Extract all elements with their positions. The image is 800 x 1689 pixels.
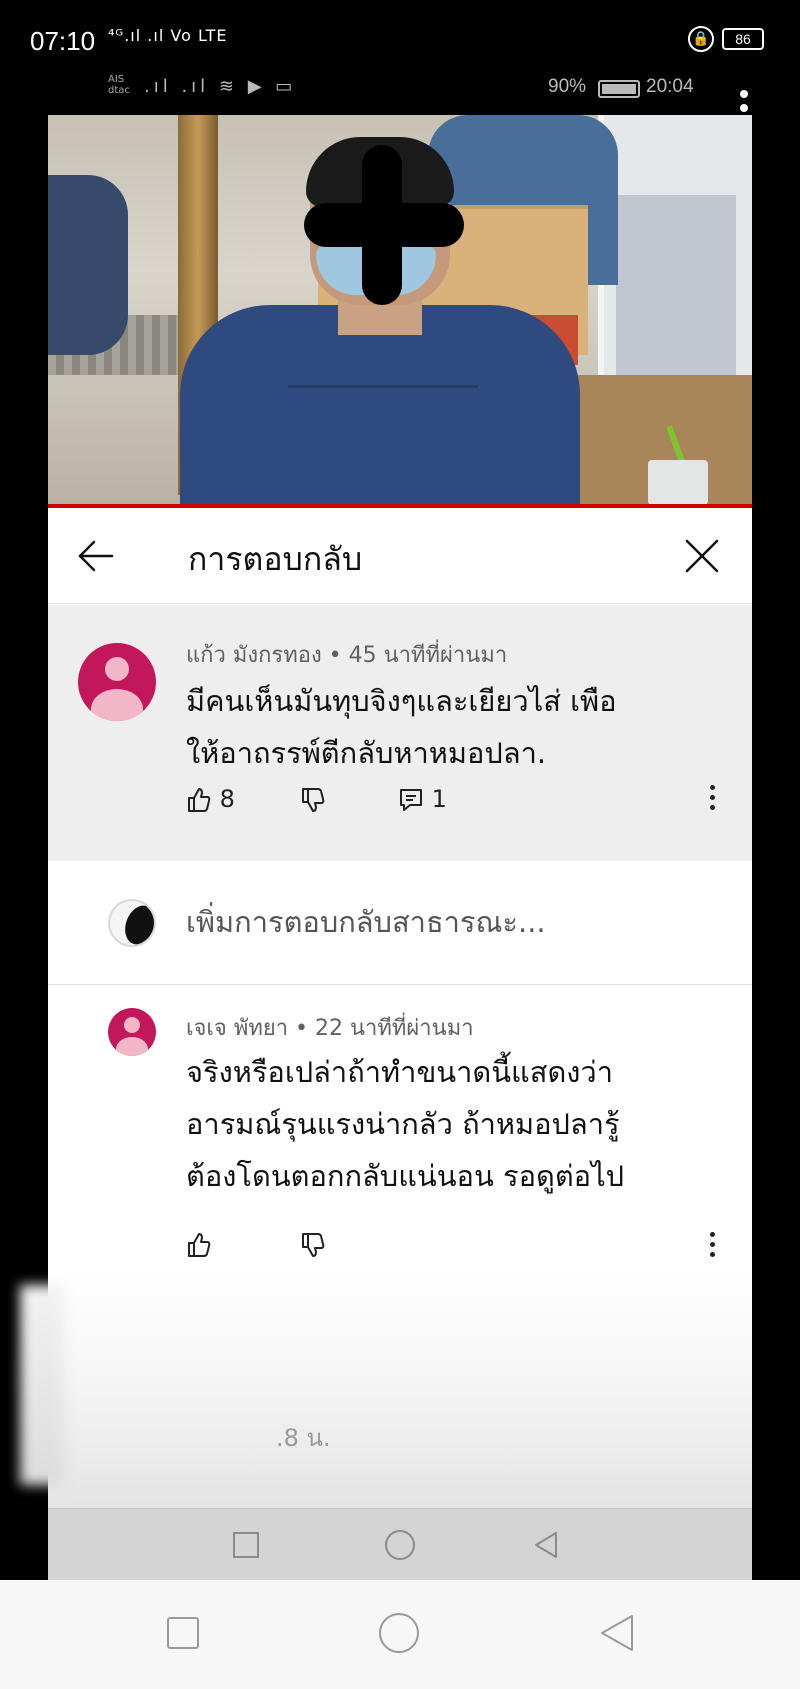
signal-icon: ⁴ᴳ.ıl .ıl Vo LTE xyxy=(108,26,228,45)
reply-text: จริงหรือเปล่าถ้าทำขนาดนี้แสดงว่า อารมณ์ร… xyxy=(186,1055,625,1193)
battery-icon xyxy=(598,80,640,98)
reply-button[interactable]: 1 xyxy=(398,785,447,813)
thumb-down-icon xyxy=(302,1233,325,1257)
more-vert-icon[interactable] xyxy=(710,1232,718,1262)
inner-clock: 20:04 xyxy=(646,76,694,97)
back-arrow-icon[interactable] xyxy=(76,538,116,574)
nav-home-icon[interactable] xyxy=(384,1529,416,1561)
status-time: 07:10 xyxy=(30,26,96,56)
replies-panel: การตอบกลับ แก้ว มังกรทอง • 45 นาทีที่ผ่า… xyxy=(48,508,752,1580)
blurred-timestamp: .8 น. xyxy=(276,1424,331,1452)
reply-icon xyxy=(400,789,422,811)
rotation-lock-icon: 🔒 xyxy=(688,26,714,52)
inner-nav-bar xyxy=(48,1508,752,1580)
panel-header: การตอบกลับ xyxy=(48,508,752,604)
comment-author-meta[interactable]: แก้ว มังกรทอง • 45 นาทีที่ผ่านมา xyxy=(186,637,507,672)
like-count: 8 xyxy=(219,785,235,813)
inner-status-bar: AIS dtac .ıl .ıl ≋ ▶ ▭ 90% 20:04 xyxy=(48,70,752,116)
outer-status-bar: 07:10 ⁴ᴳ.ıl .ıl Vo LTE 🔒 86 xyxy=(0,0,800,80)
reply-count: 1 xyxy=(431,785,447,813)
nav-recent-icon[interactable] xyxy=(166,1616,200,1650)
panel-title: การตอบกลับ xyxy=(188,540,363,578)
close-icon[interactable] xyxy=(684,538,720,574)
reply-input[interactable]: เพิ่มการตอบกลับสาธารณะ... xyxy=(186,899,546,945)
avatar[interactable] xyxy=(108,1008,156,1056)
add-reply-row[interactable]: เพิ่มการตอบกลับสาธารณะ... xyxy=(48,861,752,985)
outer-nav-bar xyxy=(0,1580,800,1689)
comment-text: มีคนเห็นมันทุบจิงๆและเยียวไส่ เพือ ให้อา… xyxy=(186,684,617,770)
avatar[interactable] xyxy=(78,643,156,721)
dislike-button[interactable] xyxy=(300,1230,326,1258)
nav-recent-icon[interactable] xyxy=(232,1531,260,1559)
thumb-down-icon xyxy=(302,788,325,812)
more-vert-icon[interactable] xyxy=(710,785,718,815)
thumb-up-icon xyxy=(188,788,211,812)
nav-home-icon[interactable] xyxy=(378,1612,420,1654)
like-button[interactable] xyxy=(186,1230,212,1258)
nav-back-icon[interactable] xyxy=(532,1531,560,1559)
signal-wifi-icons: .ıl .ıl ≋ ▶ ▭ xyxy=(144,76,297,97)
my-avatar xyxy=(108,899,156,947)
dislike-button[interactable] xyxy=(300,785,326,813)
blurred-edge xyxy=(20,1285,64,1485)
battery-percent: 90% xyxy=(548,76,587,97)
video-player[interactable] xyxy=(48,115,752,505)
parent-comment: แก้ว มังกรทอง • 45 นาทีที่ผ่านมา มีคนเห็… xyxy=(48,605,752,861)
thumb-up-icon xyxy=(188,1233,211,1257)
nav-back-icon[interactable] xyxy=(598,1614,636,1652)
like-button[interactable]: 8 xyxy=(186,785,235,813)
battery-icon: 86 xyxy=(722,28,764,50)
carrier-labels: AIS dtac xyxy=(108,74,130,96)
reply-author-meta[interactable]: เจเจ พัทยา • 22 นาทีที่ผ่านมา xyxy=(186,1010,474,1045)
